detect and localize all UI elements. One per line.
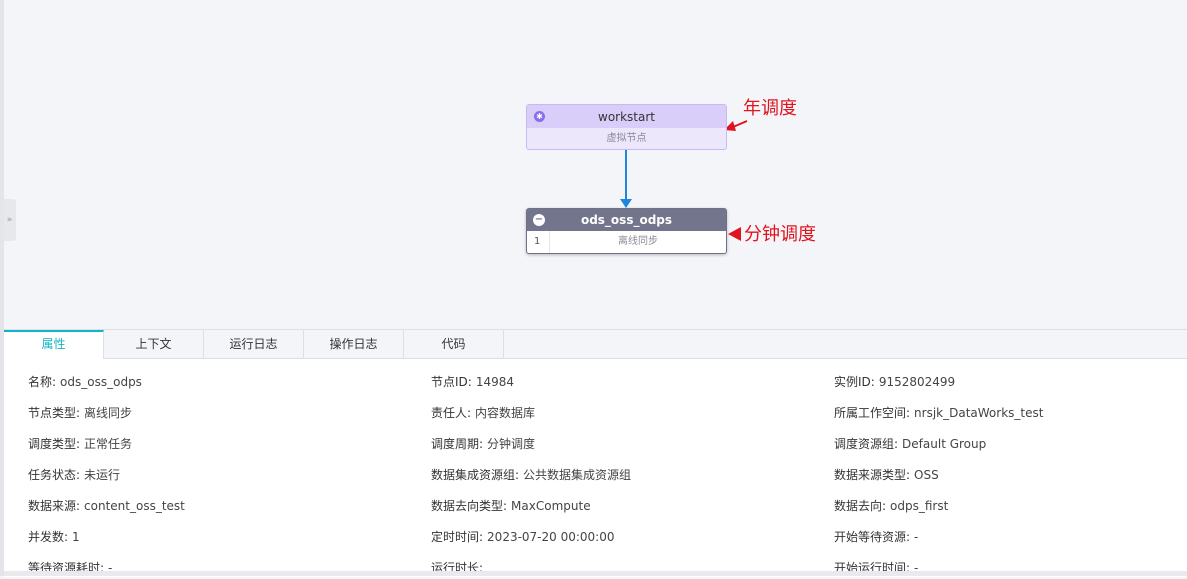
property-row: 任务状态: 未运行 数据集成资源组: 公共数据集成资源组 数据来源类型: OSS <box>4 466 1187 486</box>
node-workstart[interactable]: ✱ workstart 虚拟节点 <box>526 104 727 150</box>
annotation-arrowhead-2 <box>728 227 741 241</box>
collapse-chevron-icon: » <box>6 215 13 225</box>
property-row: 数据来源: content_oss_test 数据去向类型: MaxCompute 数据… <box>4 497 1187 517</box>
property-value: 正常任务 <box>84 437 133 451</box>
property-value: 离线同步 <box>84 406 133 420</box>
property-row: 调度类型: 正常任务 调度周期: 分钟调度 调度资源组: Default Group <box>4 435 1187 455</box>
node-name: workstart <box>598 109 655 124</box>
property-label: 并发数: <box>28 530 69 544</box>
property-label: 数据来源类型: <box>834 468 911 482</box>
property-row: 名称: ods_oss_odps 节点ID: 14984 实例ID: 9152802499 <box>4 373 1187 393</box>
property-item: 调度周期: 分钟调度 <box>431 435 535 452</box>
property-label: 数据去向类型: <box>431 499 508 513</box>
property-item: 数据来源类型: OSS <box>834 466 939 483</box>
edge-layer <box>620 120 748 241</box>
node-subtitle: 离线同步 <box>618 236 658 247</box>
property-item: 数据去向类型: MaxCompute <box>431 497 591 514</box>
property-row: 等待资源耗时: - 运行时长: 开始运行时间: - <box>4 559 1187 579</box>
property-label: 调度资源组: <box>834 437 899 451</box>
horizontal-scrollbar[interactable] <box>4 571 1187 576</box>
property-item: 定时时间: 2023-07-20 00:00:00 <box>431 528 615 545</box>
tab-code[interactable]: 代码 <box>404 330 504 358</box>
property-value: 未运行 <box>84 468 121 482</box>
property-item: 并发数: 1 <box>28 528 80 545</box>
property-item: 节点类型: 离线同步 <box>28 404 132 421</box>
property-item: 所属工作空间: nrsjk_DataWorks_test <box>834 404 1043 421</box>
property-item: 任务状态: 未运行 <box>28 466 120 483</box>
property-value: odps_first <box>890 499 949 513</box>
node-index: 1 <box>527 231 550 253</box>
property-item: 数据集成资源组: 公共数据集成资源组 <box>431 466 631 483</box>
tab-operation-log[interactable]: 操作日志 <box>304 330 404 358</box>
sidebar-collapse-toggle[interactable]: » <box>3 199 16 241</box>
property-label: 调度周期: <box>431 437 484 451</box>
property-value: 1 <box>72 530 80 544</box>
property-value: 14984 <box>475 375 515 389</box>
property-label: 节点ID: <box>431 375 472 389</box>
tab-run-log[interactable]: 运行日志 <box>204 330 304 358</box>
property-value: 内容数据库 <box>475 406 536 420</box>
property-label: 调度类型: <box>28 437 81 451</box>
tab-context[interactable]: 上下文 <box>104 330 204 358</box>
property-item: 实例ID: 9152802499 <box>834 373 955 390</box>
property-value: OSS <box>914 468 939 482</box>
node-subtitle: 虚拟节点 <box>606 133 647 144</box>
property-value: MaxCompute <box>511 499 591 513</box>
property-value: content_oss_test <box>84 499 185 513</box>
dag-canvas[interactable]: » ✱ workstart 虚拟节点 − ods_oss_odps 1 离线同步… <box>0 0 1187 330</box>
edge-arrowhead <box>620 199 632 208</box>
detail-tabs: 属性 上下文 运行日志 操作日志 代码 <box>4 330 1187 359</box>
property-label: 数据集成资源组: <box>431 468 520 482</box>
property-value: 公共数据集成资源组 <box>523 468 632 482</box>
tab-properties[interactable]: 属性 <box>4 330 104 359</box>
minus-circle-icon: − <box>533 214 545 226</box>
asterisk-icon: ✱ <box>534 111 545 122</box>
property-item: 调度类型: 正常任务 <box>28 435 132 452</box>
property-value: nrsjk_DataWorks_test <box>914 406 1044 420</box>
property-value: 分钟调度 <box>487 437 536 451</box>
property-label: 开始等待资源: <box>834 530 911 544</box>
node-detail-panel: 属性 上下文 运行日志 操作日志 代码 名称: ods_oss_odps 节点ID:… <box>4 329 1187 577</box>
property-value: Default Group <box>902 437 987 451</box>
property-item: 开始等待资源: - <box>834 528 918 545</box>
property-label: 数据去向: <box>834 499 887 513</box>
property-label: 任务状态: <box>28 468 81 482</box>
property-item: 责任人: 内容数据库 <box>431 404 535 421</box>
node-ods-oss-odps[interactable]: − ods_oss_odps 1 离线同步 <box>526 208 727 254</box>
property-row: 并发数: 1 定时时间: 2023-07-20 00:00:00 开始等待资源: - <box>4 528 1187 548</box>
annotation-arrow-1 <box>732 120 748 128</box>
property-value: 2023-07-20 00:00:00 <box>487 530 615 544</box>
property-value: - <box>914 530 919 544</box>
annotation-label-1: 年调度 <box>743 98 797 119</box>
property-label: 定时时间: <box>431 530 484 544</box>
property-item: 数据去向: odps_first <box>834 497 948 514</box>
property-row: 节点类型: 离线同步 责任人: 内容数据库 所属工作空间: nrsjk_DataWorks… <box>4 404 1187 424</box>
property-label: 责任人: <box>431 406 472 420</box>
property-label: 实例ID: <box>834 375 875 389</box>
property-label: 数据来源: <box>28 499 81 513</box>
property-label: 名称: <box>28 375 57 389</box>
property-value: 9152802499 <box>878 375 956 389</box>
property-value: ods_oss_odps <box>60 375 142 389</box>
property-label: 所属工作空间: <box>834 406 911 420</box>
property-item: 调度资源组: Default Group <box>834 435 986 452</box>
property-item: 名称: ods_oss_odps <box>28 373 142 390</box>
node-name: ods_oss_odps <box>580 213 673 227</box>
property-item: 节点ID: 14984 <box>431 373 514 390</box>
property-label: 节点类型: <box>28 406 81 420</box>
annotation-label-2: 分钟调度 <box>744 224 816 245</box>
property-item: 数据来源: content_oss_test <box>28 497 185 514</box>
